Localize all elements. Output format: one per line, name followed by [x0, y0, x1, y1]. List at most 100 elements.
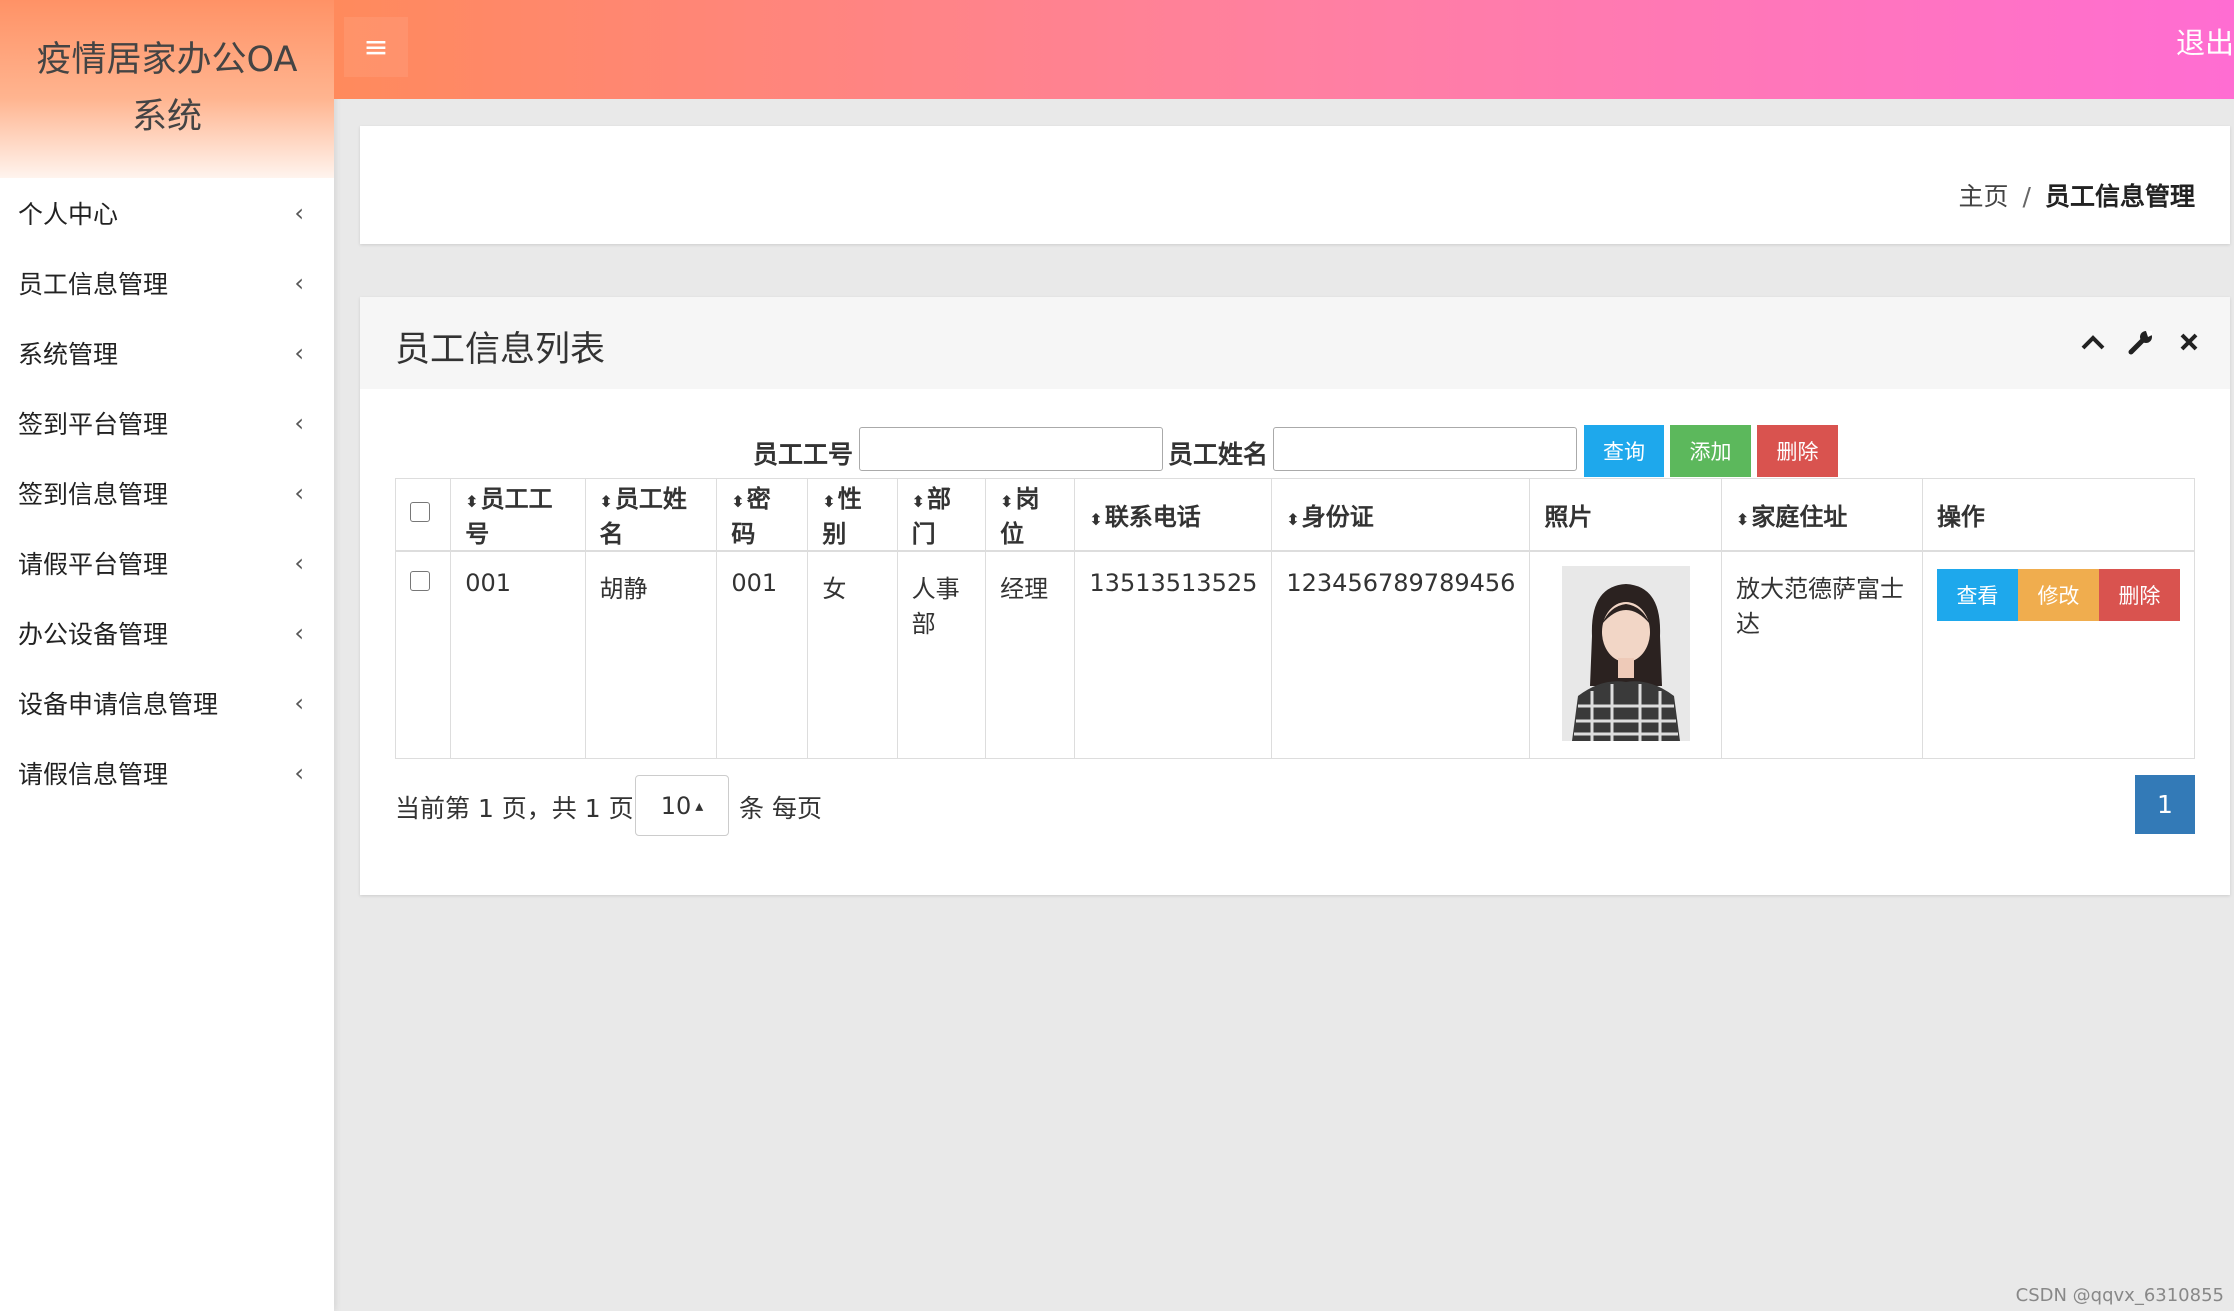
sidebar-item-label: 签到平台管理	[18, 410, 169, 439]
emp-no-input[interactable]	[859, 427, 1163, 471]
cell-photo	[1529, 550, 1722, 759]
chevron-left-icon: ‹	[294, 339, 304, 367]
cell-emp-name: 胡静	[584, 550, 718, 759]
chevron-left-icon: ‹	[294, 409, 304, 437]
page-size-select[interactable]: 10 ▴	[635, 775, 729, 836]
chevron-left-icon: ‹	[294, 549, 304, 577]
chevron-left-icon: ‹	[294, 689, 304, 717]
brand-title: 疫情居家办公OA 系统	[37, 32, 298, 146]
sort-icon: ⬍	[911, 492, 926, 512]
panel-tools	[2080, 327, 2202, 357]
sidebar-item-label: 员工信息管理	[18, 270, 169, 299]
panel-title: 员工信息列表	[395, 330, 606, 370]
view-button[interactable]: 查看	[1936, 568, 2018, 621]
sidebar-item-employee-info[interactable]: 员工信息管理 ‹	[0, 248, 334, 318]
query-button[interactable]: 查询	[1584, 425, 1664, 477]
col-phone[interactable]: ⬍联系电话	[1074, 478, 1273, 552]
caret-up-icon: ▴	[695, 796, 704, 815]
emp-name-input[interactable]	[1273, 427, 1577, 471]
sidebar-item-label: 系统管理	[18, 340, 119, 369]
sidebar-item-system[interactable]: 系统管理 ‹	[0, 318, 334, 388]
logout-button[interactable]: 退出	[2176, 20, 2234, 62]
employee-photo	[1561, 565, 1690, 741]
col-post[interactable]: ⬍岗位	[985, 478, 1076, 552]
sidebar-item-personal-center[interactable]: 个人中心 ‹	[0, 178, 334, 248]
sidebar-item-leave-info[interactable]: 请假信息管理 ‹	[0, 738, 334, 808]
page-size-value: 10	[660, 791, 692, 820]
delete-button[interactable]: 删除	[1757, 425, 1838, 477]
wrench-icon[interactable]	[2128, 327, 2154, 357]
cell-actions: 查看 修改 删除	[1921, 550, 2196, 759]
sort-icon: ⬍	[1089, 509, 1103, 529]
sidebar-item-label: 请假信息管理	[18, 760, 169, 789]
emp-name-label: 员工姓名	[1168, 440, 1269, 469]
sidebar-item-checkin-platform[interactable]: 签到平台管理 ‹	[0, 388, 334, 458]
table-row: 001 胡静 001 女 人事部 经理 13513513525 12345678…	[394, 550, 2196, 759]
chevron-left-icon: ‹	[294, 759, 304, 787]
breadcrumb-home-link[interactable]: 主页	[1959, 182, 2009, 211]
sort-icon: ⬍	[599, 492, 613, 512]
chevron-left-icon: ‹	[294, 199, 304, 227]
col-gender[interactable]: ⬍性别	[807, 478, 898, 552]
add-button[interactable]: 添加	[1670, 425, 1751, 477]
brand: 疫情居家办公OA 系统	[0, 0, 334, 178]
row-actions: 查看 修改 删除	[1936, 568, 2180, 621]
breadcrumb-current: 员工信息管理	[2044, 182, 2195, 211]
hamburger-menu-icon[interactable]: ≡	[344, 17, 408, 77]
sort-icon: ⬍	[822, 492, 836, 512]
sidebar-item-office-equipment[interactable]: 办公设备管理 ‹	[0, 598, 334, 668]
sidebar-menu: 个人中心 ‹ 员工信息管理 ‹ 系统管理 ‹ 签到平台管理 ‹ 签到信息管理 ‹…	[0, 178, 334, 808]
cell-emp-no: 001	[450, 550, 586, 759]
chevron-up-icon[interactable]	[2080, 327, 2106, 357]
col-photo: 照片	[1529, 478, 1722, 552]
emp-no-label: 员工工号	[753, 440, 854, 469]
sidebar-item-equipment-request[interactable]: 设备申请信息管理 ‹	[0, 668, 334, 738]
cell-post: 经理	[985, 550, 1076, 759]
row-delete-button[interactable]: 删除	[2098, 568, 2180, 621]
select-all-checkbox[interactable]	[410, 502, 430, 523]
col-phone-label: 联系电话	[1104, 502, 1201, 531]
col-address[interactable]: ⬍家庭住址	[1720, 478, 1923, 552]
edit-button[interactable]: 修改	[2017, 568, 2099, 621]
page-info: 当前第 1 页，共 1 页	[395, 794, 634, 823]
chevron-left-icon: ‹	[294, 619, 304, 647]
sidebar-item-label: 签到信息管理	[18, 480, 169, 509]
select-all-cell	[394, 478, 452, 552]
col-dept[interactable]: ⬍部门	[896, 478, 987, 552]
col-emp-name[interactable]: ⬍员工姓名	[584, 478, 718, 552]
top-bar: ≡ 退出	[334, 0, 2234, 99]
breadcrumb-separator: /	[2022, 182, 2031, 211]
chevron-left-icon: ‹	[294, 269, 304, 297]
breadcrumb-panel: 主页 / 员工信息管理	[360, 126, 2230, 244]
col-id-card-label: 身份证	[1301, 502, 1374, 531]
sort-icon: ⬍	[1735, 509, 1750, 529]
table-header-row: ⬍员工工号 ⬍员工姓名 ⬍密码 ⬍性别 ⬍部门 ⬍岗位 ⬍联系电话 ⬍身份证 照…	[394, 478, 2196, 552]
row-checkbox[interactable]	[410, 570, 430, 591]
col-emp-no[interactable]: ⬍员工工号	[450, 478, 586, 552]
row-select-cell	[394, 550, 452, 759]
cell-dept: 人事部	[896, 550, 987, 759]
cell-gender: 女	[807, 550, 898, 759]
sidebar-item-leave-platform[interactable]: 请假平台管理 ‹	[0, 528, 334, 598]
cell-address: 放大范德萨富士达	[1720, 550, 1923, 759]
watermark: CSDN @qqvx_6310855	[2015, 1285, 2224, 1306]
sidebar-item-label: 设备申请信息管理	[18, 690, 219, 719]
col-id-card[interactable]: ⬍身份证	[1271, 478, 1531, 552]
col-password[interactable]: ⬍密码	[716, 478, 809, 552]
sidebar-item-label: 个人中心	[18, 200, 119, 229]
pagination: 当前第 1 页，共 1 页 10 ▴ 条 每页 1	[395, 775, 2195, 837]
employee-list-panel: 员工信息列表 员工工号 员工姓名 查询 添加 删除 ⬍员工工号 ⬍员工姓名 ⬍密…	[360, 297, 2230, 895]
cell-password: 001	[716, 550, 809, 759]
page-button-1[interactable]: 1	[2135, 775, 2195, 834]
cell-id-card: 123456789789456	[1271, 550, 1531, 759]
sidebar-item-label: 办公设备管理	[18, 620, 169, 649]
sidebar-item-label: 请假平台管理	[18, 550, 169, 579]
sort-icon: ⬍	[465, 492, 479, 512]
sidebar-item-checkin-info[interactable]: 签到信息管理 ‹	[0, 458, 334, 528]
breadcrumb: 主页 / 员工信息管理	[1959, 177, 2195, 213]
chevron-left-icon: ‹	[294, 479, 304, 507]
close-icon[interactable]	[2176, 327, 2202, 357]
col-actions: 操作	[1921, 478, 2196, 552]
brand-title-line2: 系统	[131, 97, 202, 137]
sort-icon: ⬍	[731, 492, 745, 512]
